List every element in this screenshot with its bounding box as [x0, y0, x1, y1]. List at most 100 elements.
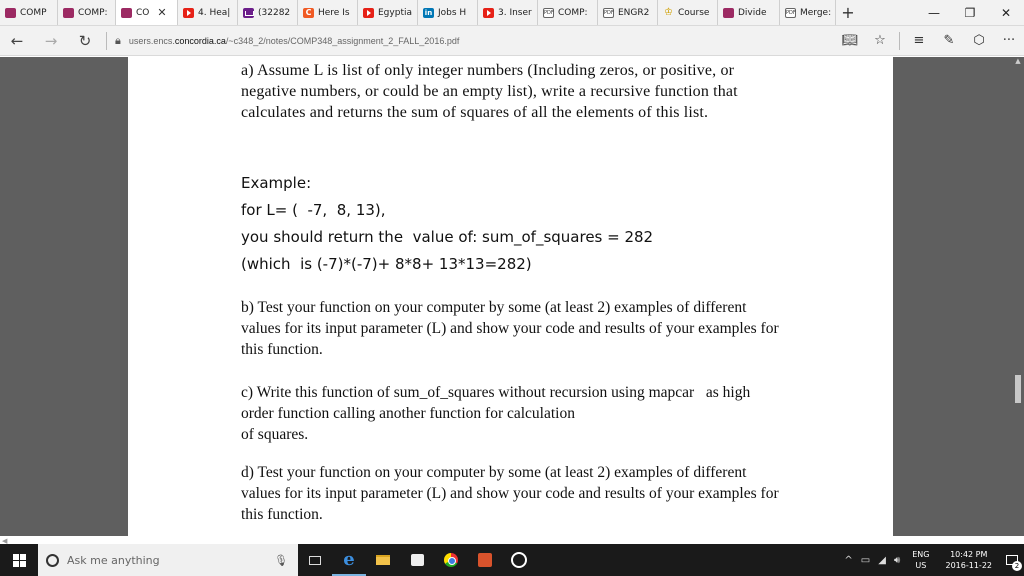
- cortana-search-box[interactable]: Ask me anything 🎙︎: [38, 544, 298, 576]
- restore-button[interactable]: ❐: [952, 0, 988, 25]
- search-placeholder: Ask me anything: [67, 553, 160, 567]
- edge-button[interactable]: e: [332, 544, 366, 576]
- language-indicator[interactable]: ENG US: [912, 549, 929, 571]
- store-icon: [410, 554, 424, 566]
- part-c-block: c) Write this function of sum_of_squares…: [241, 382, 786, 445]
- folder-icon: [376, 555, 390, 565]
- clock-time: 10:42 PM: [950, 550, 988, 559]
- tab-label: Egyptia: [378, 7, 412, 18]
- tab-youtube-1[interactable]: 4. Hea|: [178, 0, 238, 25]
- lang-line-1: ENG: [912, 550, 930, 559]
- tab-comp-2[interactable]: COMP:: [58, 0, 116, 25]
- tab-active-co[interactable]: CO ✕: [116, 0, 178, 25]
- tab-divide[interactable]: Divide: [718, 0, 780, 25]
- tab-here-is[interactable]: C Here Is: [298, 0, 358, 25]
- refresh-button[interactable]: ↻: [68, 32, 102, 50]
- volume-icon[interactable]: 🔊︎: [894, 555, 900, 566]
- minimize-button[interactable]: —: [916, 0, 952, 25]
- divider: [106, 31, 107, 50]
- tab-mail[interactable]: (32282: [238, 0, 298, 25]
- lock-icon: 🔒︎: [115, 33, 121, 47]
- c-icon: C: [303, 7, 314, 18]
- start-button[interactable]: [0, 544, 38, 576]
- tab-linkedin[interactable]: in Jobs H: [418, 0, 478, 25]
- vertical-scrollbar[interactable]: ▲: [1012, 57, 1024, 536]
- concordia-icon: [723, 7, 734, 18]
- tab-label: 3. Inser: [498, 7, 532, 18]
- lang-line-2: US: [915, 561, 927, 570]
- tab-youtube-2[interactable]: Egyptia: [358, 0, 418, 25]
- tab-label: COMP:: [78, 7, 108, 18]
- edge-icon: e: [343, 548, 355, 570]
- back-button[interactable]: ←: [0, 32, 34, 50]
- tab-label: Divide: [738, 7, 767, 18]
- close-tab-icon[interactable]: ✕: [157, 6, 166, 19]
- url-prefix: users.encs.: [128, 35, 175, 46]
- taskbar: Ask me anything 🎙︎ e ^ ▭ ◢ 🔊︎ ENG US 10:…: [0, 544, 1024, 576]
- microphone-icon[interactable]: 🎙︎: [274, 554, 288, 567]
- app-bag-button[interactable]: [468, 544, 502, 576]
- favorite-star-icon[interactable]: ☆: [865, 33, 895, 48]
- pdf-icon: PDF: [603, 7, 614, 18]
- url-field[interactable]: users.encs.concordia.ca/~c348_2/notes/CO…: [129, 36, 835, 46]
- linkedin-icon: in: [423, 7, 434, 18]
- example-line-3: (which is (-7)*(-7)+ 8*8+ 13*13=282): [241, 255, 532, 273]
- address-bar-row: ← → ↻ 🔒︎ users.encs.concordia.ca/~c348_2…: [0, 26, 1024, 56]
- close-window-button[interactable]: ✕: [988, 0, 1024, 25]
- system-tray: ^ ▭ ◢ 🔊︎ ENG US 10:42 PM 2016-11-22 2: [840, 544, 1024, 576]
- wifi-icon[interactable]: ◢: [878, 555, 886, 566]
- tab-course[interactable]: ♔ Course: [658, 0, 718, 25]
- store-button[interactable]: [400, 544, 434, 576]
- clock[interactable]: 10:42 PM 2016-11-22: [946, 549, 993, 571]
- tab-label: COMP:: [558, 7, 588, 18]
- share-icon[interactable]: ⬡: [964, 33, 994, 48]
- file-explorer-button[interactable]: [366, 544, 400, 576]
- tab-label: Merge:: [800, 7, 832, 18]
- url-host: concordia.ca: [174, 35, 226, 46]
- tab-merge[interactable]: PDF Merge:: [780, 0, 836, 25]
- mail-icon: [243, 7, 254, 18]
- concordia-icon: [63, 7, 74, 18]
- url-path: /~c348_2/notes/COMP348_assignment_2_FALL…: [225, 35, 460, 46]
- tab-label: Jobs H: [438, 7, 467, 18]
- part-d-text: d) Test your function on your computer b…: [241, 464, 779, 523]
- circle-app-icon: [511, 552, 527, 568]
- notification-count: 2: [1012, 561, 1022, 571]
- app-circle-button[interactable]: [502, 544, 536, 576]
- youtube-icon: [363, 7, 374, 18]
- web-note-icon[interactable]: ✎: [934, 33, 964, 48]
- part-a-text: a) Assume L is list of only integer numb…: [241, 62, 738, 121]
- part-c-line-3: of squares.: [241, 426, 309, 443]
- pdf-page: a) Assume L is list of only integer numb…: [128, 57, 893, 536]
- part-b-text: b) Test your function on your computer b…: [241, 299, 779, 358]
- pdf-viewer: a) Assume L is list of only integer numb…: [0, 57, 1024, 545]
- youtube-icon: [483, 7, 494, 18]
- concordia-icon: [5, 7, 16, 18]
- tab-label: 4. Hea|: [198, 7, 231, 18]
- cortana-icon: [46, 553, 59, 567]
- scroll-thumb[interactable]: [1015, 375, 1021, 403]
- reading-view-icon[interactable]: 📖︎: [835, 33, 865, 48]
- task-view-button[interactable]: [298, 544, 332, 576]
- new-tab-button[interactable]: +: [836, 0, 860, 25]
- example-title: Example:: [241, 174, 312, 192]
- example-block: Example: for L= ( -7, 8, 13), you should…: [241, 170, 801, 278]
- forward-button[interactable]: →: [34, 32, 68, 50]
- part-c-line-2: order function calling another function …: [241, 405, 575, 422]
- course-icon: ♔: [664, 6, 673, 18]
- scroll-up-icon[interactable]: ▲: [1012, 57, 1024, 67]
- show-hidden-icons-chevron-icon[interactable]: ^: [844, 555, 852, 566]
- tab-label: ENGR2: [618, 7, 650, 18]
- example-line-2: you should return the value of: sum_of_s…: [241, 228, 654, 246]
- example-line-1: for L= ( -7, 8, 13),: [241, 201, 386, 219]
- windows-icon: [12, 553, 26, 567]
- tab-youtube-3[interactable]: 3. Inser: [478, 0, 538, 25]
- hub-icon[interactable]: ≡: [904, 33, 934, 48]
- chrome-button[interactable]: [434, 544, 468, 576]
- more-icon[interactable]: ···: [994, 33, 1024, 48]
- tab-comp-1[interactable]: COMP: [0, 0, 58, 25]
- battery-icon[interactable]: ▭: [861, 555, 870, 566]
- tab-pdf-2[interactable]: PDF ENGR2: [598, 0, 658, 25]
- action-center-button[interactable]: 2: [1000, 544, 1024, 576]
- tab-pdf-1[interactable]: PDF COMP:: [538, 0, 598, 25]
